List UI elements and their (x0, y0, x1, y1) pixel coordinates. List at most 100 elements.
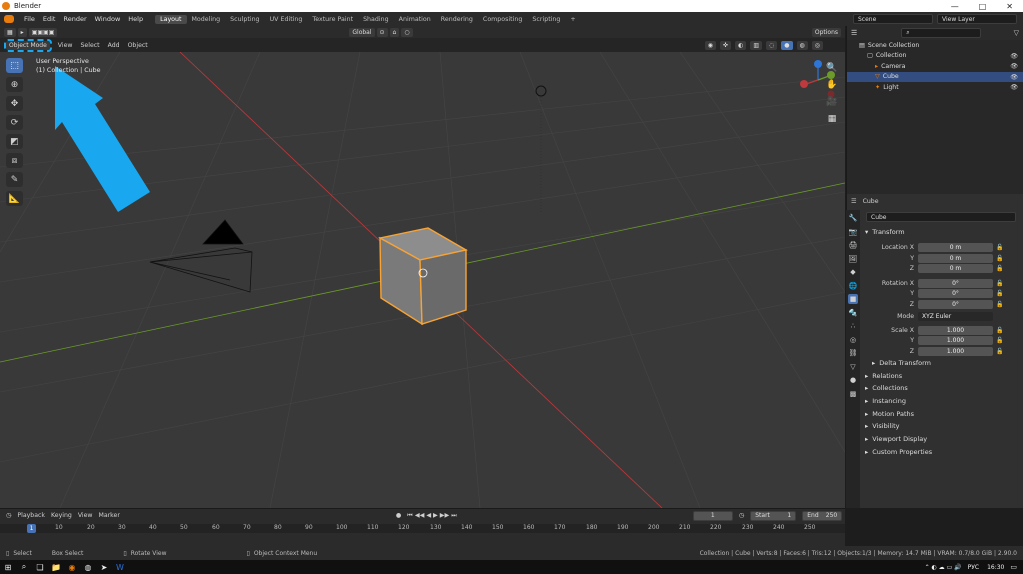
tray-icons[interactable]: ⌃ ◐ ☁ ▭ 🔊 (925, 564, 962, 571)
panel-relations[interactable]: ▸ Relations (862, 369, 1022, 382)
tab-texture-paint[interactable]: Texture Paint (307, 15, 358, 24)
outliner-item-camera[interactable]: ▸ Camera 👁 (847, 61, 1023, 72)
outliner-item-cube[interactable]: ▽ Cube 👁 (847, 71, 1023, 82)
notifications-icon[interactable]: ▭ (1010, 563, 1017, 571)
cursor-icon[interactable]: ⊕ (6, 77, 23, 92)
word-icon[interactable]: W (112, 561, 128, 573)
close-button[interactable]: ✕ (1006, 2, 1013, 11)
outliner-type-icon[interactable]: ☰ (851, 29, 857, 37)
menu-playback[interactable]: Playback (17, 512, 45, 519)
eye-icon[interactable]: 👁 (1010, 62, 1018, 70)
data-tab-icon[interactable]: ▽ (848, 362, 858, 372)
playback-controls-icon[interactable]: ⏮ ◀◀ ◀ ▶ ▶▶ ⏭ (407, 512, 457, 520)
outliner-root[interactable]: ▤ Scene Collection (847, 40, 1023, 51)
transform-panel-header[interactable]: ▾ Transform (862, 226, 1022, 239)
end-frame-field[interactable]: End 250 (802, 510, 843, 521)
menu-keying[interactable]: Keying (51, 512, 72, 519)
start-frame-field[interactable]: Start 1 (750, 510, 797, 521)
clock-icon[interactable]: ◷ (739, 512, 744, 519)
lock-icon[interactable]: 🔓 (996, 348, 1004, 355)
overlay-icon[interactable]: ◐ (735, 40, 747, 50)
blender-taskbar-icon[interactable]: ◉ (64, 561, 80, 573)
object-mode-select[interactable]: Object Mode (4, 38, 52, 52)
keyboard-language[interactable]: РУС (968, 564, 979, 571)
scene-tab-icon[interactable]: ◆ (848, 267, 858, 277)
visibility-icon[interactable]: ◉ (704, 40, 717, 50)
panel-custom-properties[interactable]: ▸ Custom Properties (862, 446, 1022, 459)
xray-icon[interactable]: ▥ (750, 40, 762, 50)
add-workspace-icon[interactable]: + (565, 15, 580, 24)
eye-icon[interactable]: 👁 (1010, 83, 1018, 91)
camera-view-icon[interactable]: 🎥 (825, 96, 839, 108)
telegram-icon[interactable]: ➤ (96, 561, 112, 573)
shading-wire-icon[interactable]: ◌ (766, 40, 778, 50)
menu-add[interactable]: Add (108, 42, 120, 49)
delta-transform-panel[interactable]: ▸ Delta Transform (862, 357, 1022, 370)
lock-icon[interactable]: 🔓 (996, 244, 1004, 251)
transform-orientation-select[interactable]: Global (349, 27, 375, 37)
shading-solid-icon[interactable]: ● (781, 40, 793, 50)
panel-visibility[interactable]: ▸ Visibility (862, 420, 1022, 433)
tab-sculpting[interactable]: Sculpting (225, 15, 264, 24)
shading-rendered-icon[interactable]: ◎ (811, 40, 823, 50)
menu-window[interactable]: Window (91, 15, 125, 23)
eye-icon[interactable]: 👁 (1010, 73, 1018, 81)
scale-icon[interactable]: ◩ (6, 134, 23, 149)
rotation-mode-select[interactable]: XYZ Euler (918, 312, 993, 322)
start-windows-icon[interactable]: ⊞ (0, 561, 16, 573)
world-tab-icon[interactable]: 🌐 (848, 281, 858, 291)
playhead[interactable]: 1 (27, 524, 36, 533)
material-tab-icon[interactable]: ● (848, 375, 858, 385)
annotate-icon[interactable]: ✎ (6, 172, 23, 187)
view-layer-tab-icon[interactable]: 🖼 (848, 254, 858, 264)
lock-icon[interactable]: 🔓 (996, 255, 1004, 262)
snap-icon[interactable]: ⌂ (389, 27, 400, 37)
outliner-item-light[interactable]: ✦ Light 👁 (847, 82, 1023, 93)
menu-render[interactable]: Render (59, 15, 90, 23)
shading-material-icon[interactable]: ◍ (796, 40, 808, 50)
location-x-field[interactable]: 0 m (918, 243, 993, 253)
gizmo-icon[interactable]: ✜ (720, 40, 732, 50)
select-box-icon[interactable]: ⬚ (6, 58, 23, 73)
pivot-icon[interactable]: ⊙ (376, 27, 388, 37)
properties-type-icon[interactable]: ☰ (851, 198, 857, 205)
particles-tab-icon[interactable]: ∴ (848, 321, 858, 331)
modifier-tab-icon[interactable]: 🔩 (848, 308, 858, 318)
maximize-button[interactable]: □ (979, 2, 987, 11)
lock-icon[interactable]: 🔓 (996, 280, 1004, 287)
panel-collections[interactable]: ▸ Collections (862, 382, 1022, 395)
menu-help[interactable]: Help (124, 15, 147, 23)
tab-modeling[interactable]: Modeling (187, 15, 226, 24)
select-mode-icon[interactable]: ▸ (17, 27, 27, 37)
tool-tab-icon[interactable]: 🔧 (848, 213, 858, 223)
zoom-icon[interactable]: 🔍 (825, 62, 839, 74)
current-frame-field[interactable]: 1 (692, 510, 733, 521)
object-name-field[interactable]: Cube (866, 212, 1016, 222)
tab-layout[interactable]: Layout (155, 14, 187, 24)
clock[interactable]: 16:30 (987, 564, 1004, 571)
output-tab-icon[interactable]: 🖨 (848, 240, 858, 250)
transform-icon[interactable]: ⧈ (6, 153, 23, 168)
selection-mode-icon[interactable]: ▣▣▣▣ (28, 27, 58, 37)
browser-icon[interactable]: ◍ (80, 561, 96, 573)
grid-perspective-icon[interactable]: ▦ (825, 113, 839, 125)
options-button[interactable]: Options (811, 27, 841, 37)
tab-uv-editing[interactable]: UV Editing (265, 15, 308, 24)
lock-icon[interactable]: 🔓 (996, 290, 1004, 297)
scale-z-field[interactable]: 1.000 (918, 346, 993, 356)
tab-shading[interactable]: Shading (358, 15, 394, 24)
measure-icon[interactable]: 📐 (6, 191, 23, 206)
scene-selector[interactable]: Scene (853, 14, 933, 24)
constraints-tab-icon[interactable]: ⛓ (848, 348, 858, 358)
timeline-type-icon[interactable]: ◷ (6, 512, 11, 519)
move-icon[interactable]: ✥ (6, 96, 23, 111)
pan-hand-icon[interactable]: ✋ (825, 79, 839, 91)
object-tab-icon[interactable]: ■ (848, 294, 858, 304)
proportional-edit-icon[interactable]: ○ (401, 27, 413, 37)
blender-menu-icon[interactable] (4, 15, 14, 23)
record-icon[interactable]: ● (396, 512, 401, 519)
eye-icon[interactable]: 👁 (1010, 52, 1018, 60)
menu-timeline-view[interactable]: View (78, 512, 93, 519)
filter-icon[interactable]: ▽ (1014, 29, 1019, 37)
menu-view[interactable]: View (58, 42, 73, 49)
